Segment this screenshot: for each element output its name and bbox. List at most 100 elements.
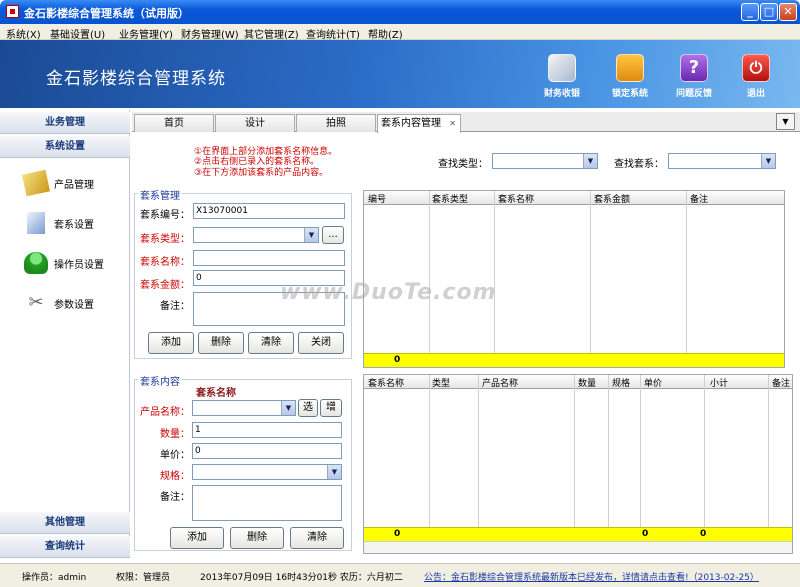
datetime-status: 2013年07月09日 16时43分01秒 农历：六月初二 xyxy=(200,573,403,583)
content-sum-total: 0 xyxy=(700,529,707,539)
package-add-button[interactable]: 添加 xyxy=(148,332,194,354)
package-delete-button[interactable]: 删除 xyxy=(198,332,244,354)
content-delete-button[interactable]: 删除 xyxy=(230,527,284,549)
feedback-label: 问题反馈 xyxy=(675,89,712,99)
package-content-grid[interactable]: 套系名称 类型 产品名称 数量 规格 单价 小计 备注 0 0 0 xyxy=(363,374,793,554)
sidebar-item-package[interactable]: 套系设置 xyxy=(24,210,124,236)
chevron-down-icon: ▼ xyxy=(761,154,775,168)
col-note[interactable]: 备注 xyxy=(690,192,708,205)
search-package-select[interactable]: ▼ xyxy=(668,153,776,169)
select-product-button[interactable]: 选 xyxy=(298,399,318,417)
package-grid-header: 编号 套系类型 套系名称 套系金额 备注 xyxy=(364,191,784,205)
sidebar-section-business[interactable]: 业务管理 xyxy=(0,112,130,134)
package-code-field[interactable]: X13070001 xyxy=(193,203,345,219)
hint-line-3: ③在下方添加该套系的产品内容。 xyxy=(194,168,329,178)
cashier-button[interactable]: 财务收银 xyxy=(536,52,588,104)
col-package-amount[interactable]: 套系金额 xyxy=(594,192,630,205)
horizontal-scrollbar[interactable] xyxy=(364,541,792,553)
col-type[interactable]: 类型 xyxy=(432,376,450,389)
package-grid-sum-row: 0 xyxy=(364,353,784,367)
sidebar-item-label: 参数设置 xyxy=(54,300,94,311)
sidebar-section-query[interactable]: 查询统计 xyxy=(0,536,130,558)
menu-help[interactable]: 帮助(Z) xyxy=(368,26,403,41)
content-clear-button[interactable]: 清除 xyxy=(290,527,344,549)
tab-package-content[interactable]: 套系内容管理 ✕ xyxy=(377,114,461,133)
tab-photo[interactable]: 拍照 xyxy=(296,114,376,132)
tab-strip: 首页 设计 拍照 套系内容管理 ✕ xyxy=(132,112,800,133)
package-code-label: 套系编号： xyxy=(140,210,190,221)
cashier-label: 财务收银 xyxy=(543,89,580,99)
col-spec[interactable]: 规格 xyxy=(612,376,630,389)
lock-icon xyxy=(616,54,644,82)
sidebar-item-operator[interactable]: 操作员设置 xyxy=(24,250,124,276)
col-subtotal[interactable]: 小计 xyxy=(710,376,728,389)
close-button[interactable]: ✕ xyxy=(779,3,797,21)
search-type-select[interactable]: ▼ xyxy=(492,153,598,169)
search-package-label: 查找套系： xyxy=(614,159,664,170)
menu-business[interactable]: 业务管理(Y) xyxy=(119,26,173,41)
product-name-label: 产品名称： xyxy=(140,407,190,418)
maximize-button[interactable]: □ xyxy=(760,3,778,21)
menu-finance[interactable]: 财务管理(W) xyxy=(181,26,239,41)
sidebar: 业务管理 系统设置 产品管理 套系设置 操作员设置 ✂ 参数设置 其他管理 查询… xyxy=(0,110,130,558)
content-note-label: 备注： xyxy=(160,492,190,503)
col-unit-price[interactable]: 单价 xyxy=(644,376,662,389)
status-bar: 操作员：admin 权限：管理员 2013年07月09日 16时43分01秒 农… xyxy=(0,563,800,587)
feedback-button[interactable]: ? 问题反馈 xyxy=(668,52,720,104)
notice-link[interactable]: 公告：金石影楼综合管理系统最新版本已经发布，详情请点击查看!（2013-02-2… xyxy=(424,570,759,583)
package-clear-button[interactable]: 清除 xyxy=(248,332,294,354)
lock-system-button[interactable]: 锁定系统 xyxy=(604,52,656,104)
chevron-down-icon: ▼ xyxy=(327,465,341,479)
package-name-field[interactable] xyxy=(193,250,345,266)
operator-status: 操作员：admin xyxy=(22,573,87,583)
col-product-name[interactable]: 产品名称 xyxy=(482,376,518,389)
menu-other[interactable]: 其它管理(Z) xyxy=(244,26,299,41)
spec-select[interactable]: ▼ xyxy=(192,464,342,480)
package-amount-label: 套系金额： xyxy=(140,280,190,291)
package-grid[interactable]: 编号 套系类型 套系名称 套系金额 备注 0 xyxy=(363,190,785,368)
menu-system[interactable]: 系统(X) xyxy=(6,26,41,41)
col-code[interactable]: 编号 xyxy=(368,192,386,205)
minimize-button[interactable]: _ xyxy=(741,3,759,21)
tab-list-dropdown[interactable]: ▼ xyxy=(776,113,795,130)
menu-query[interactable]: 查询统计(T) xyxy=(306,26,360,41)
sidebar-section-other[interactable]: 其他管理 xyxy=(0,512,130,534)
col-note[interactable]: 备注 xyxy=(772,376,790,389)
sidebar-item-product[interactable]: 产品管理 xyxy=(21,169,124,197)
sidebar-item-label: 产品管理 xyxy=(54,180,94,191)
question-icon: ? xyxy=(680,54,708,82)
package-content-title: 套系内容 xyxy=(138,373,182,388)
exit-button[interactable]: ⏻ 退出 xyxy=(730,52,782,104)
content-note-field[interactable] xyxy=(192,485,342,521)
quantity-field[interactable]: 1 xyxy=(192,422,342,438)
col-package-name[interactable]: 套系名称 xyxy=(498,192,534,205)
content-sum-price: 0 xyxy=(642,529,649,539)
chevron-down-icon: ▼ xyxy=(281,401,295,415)
col-package-type[interactable]: 套系类型 xyxy=(432,192,468,205)
package-type-select[interactable]: ▼ xyxy=(193,227,319,243)
power-icon: ⏻ xyxy=(742,54,770,82)
package-close-button[interactable]: 关闭 xyxy=(298,332,344,354)
exit-label: 退出 xyxy=(746,89,765,99)
col-quantity[interactable]: 数量 xyxy=(578,376,596,389)
menu-bar: 系统(X) 基础设置(U) 业务管理(Y) 财务管理(W) 其它管理(Z) 查询… xyxy=(0,24,800,41)
tab-home[interactable]: 首页 xyxy=(134,114,214,132)
col-package-name[interactable]: 套系名称 xyxy=(368,376,404,389)
sidebar-item-parameters[interactable]: ✂ 参数设置 xyxy=(24,290,124,316)
tab-package-content-label: 套系内容管理 xyxy=(381,118,441,129)
add-product-button[interactable]: 增 xyxy=(320,399,342,417)
sidebar-section-system[interactable]: 系统设置 xyxy=(0,136,130,158)
product-name-select[interactable]: ▼ xyxy=(192,400,296,416)
package-type-more-button[interactable]: ... xyxy=(322,226,344,244)
search-type-label: 查找类型： xyxy=(438,159,488,170)
tab-close-icon[interactable]: ✕ xyxy=(449,115,456,132)
user-icon xyxy=(24,252,48,274)
sidebar-item-label: 套系设置 xyxy=(54,220,94,231)
menu-basic-settings[interactable]: 基础设置(U) xyxy=(50,26,105,41)
unit-price-field[interactable]: 0 xyxy=(192,443,342,459)
tab-design[interactable]: 设计 xyxy=(215,114,295,132)
sidebar-item-label: 操作员设置 xyxy=(54,260,104,271)
content-add-button[interactable]: 添加 xyxy=(170,527,224,549)
permission-status: 权限：管理员 xyxy=(116,573,171,583)
package-note-label: 备注： xyxy=(160,301,190,312)
